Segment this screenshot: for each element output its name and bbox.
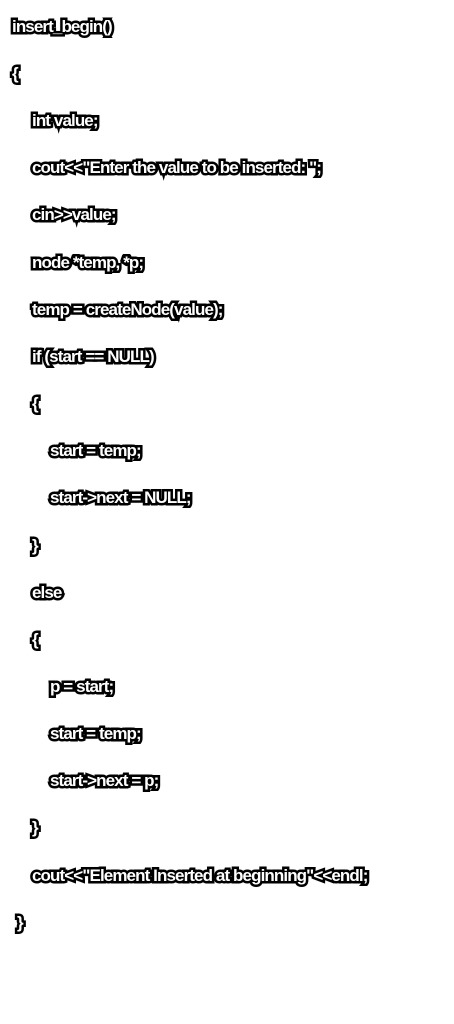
code-line-text: start->next = NULL; (48, 486, 195, 510)
code-listing: insert_begin() { int value; cout<<"Enter… (0, 0, 454, 1024)
code-line-text: { (30, 628, 41, 652)
code-line-text: cout<<"Element Inserted at beginning"<<e… (29, 864, 370, 888)
code-line: if (start == NULL) (0, 342, 158, 372)
code-line: } (0, 908, 26, 938)
code-line-text: if (start == NULL) (30, 345, 158, 369)
code-line: start->next = p; (0, 766, 161, 796)
code-line-text: { (30, 392, 41, 416)
code-line: p = start; (0, 672, 116, 702)
code-line-text: insert_begin() (10, 15, 116, 39)
code-line-text: } (15, 911, 26, 935)
code-line: } (0, 813, 41, 843)
code-line-text: cin>>value; (30, 203, 120, 227)
code-line-text: } (30, 534, 41, 558)
code-line: cout<<"Enter the value to be inserted: "… (0, 153, 324, 183)
code-line: int value; (0, 106, 101, 136)
code-line: { (0, 389, 41, 419)
code-line: else (0, 578, 65, 608)
code-line: start = temp; (0, 436, 145, 466)
code-line-text: temp = createNode(value); (30, 298, 226, 322)
code-line-text: { (10, 62, 21, 86)
code-line-text: start = temp; (48, 439, 145, 463)
code-line: temp = createNode(value); (0, 295, 226, 325)
code-line: start = temp; (0, 719, 145, 749)
code-line: } (0, 531, 41, 561)
code-line-text: start->next = p; (47, 769, 161, 793)
code-line-text: else (30, 581, 65, 605)
code-line: node *temp, *p; (0, 248, 146, 278)
code-line: cout<<"Element Inserted at beginning"<<e… (0, 861, 370, 891)
code-line-text: } (30, 816, 41, 840)
code-line-text: node *temp, *p; (29, 251, 146, 275)
code-line-text: start = temp; (48, 722, 145, 746)
code-line-text: int value; (30, 109, 101, 133)
code-line: { (0, 59, 21, 89)
code-line-text: p = start; (47, 675, 116, 699)
code-line: start->next = NULL; (0, 483, 195, 513)
code-line: cin>>value; (0, 200, 120, 230)
code-line: { (0, 625, 41, 655)
code-line: insert_begin() (0, 12, 116, 42)
code-line-text: cout<<"Enter the value to be inserted: "… (29, 156, 324, 180)
